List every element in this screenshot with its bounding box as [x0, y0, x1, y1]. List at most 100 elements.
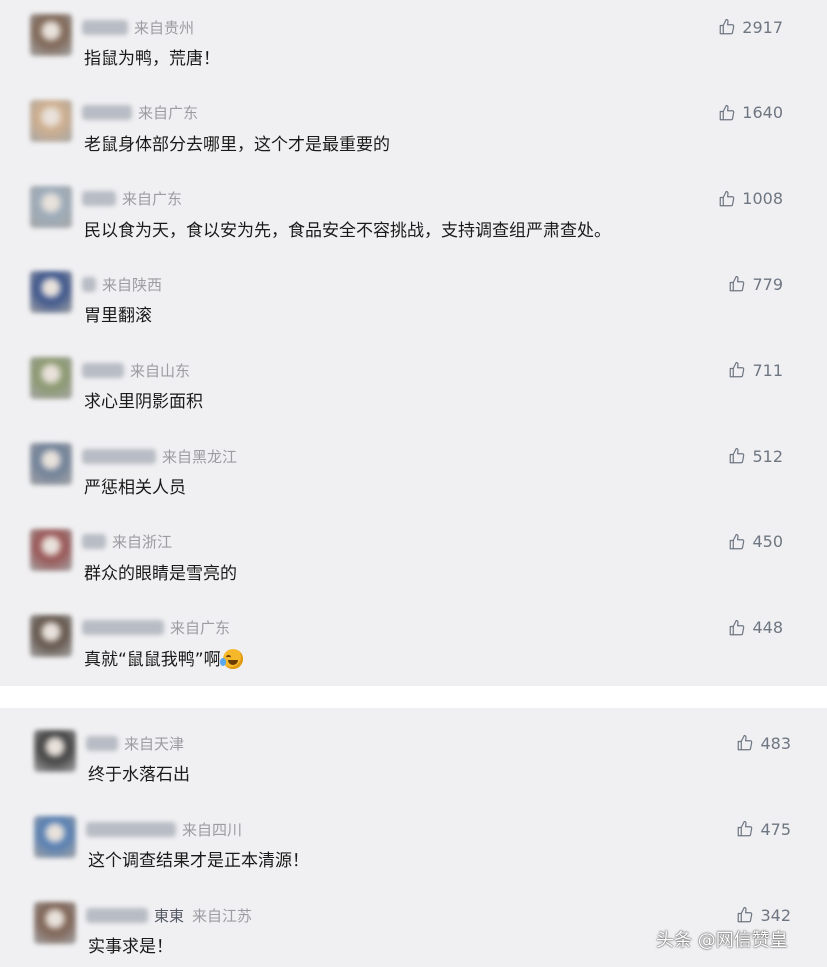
comment-text: 民以食为天，食以安为先，食品安全不容挑战，支持调查组严肃查处。 — [84, 216, 611, 241]
like-button[interactable]: 1008 — [718, 188, 783, 210]
comment-body: 终于水落石出 — [88, 765, 190, 785]
comment-meta: 来自陕西 — [82, 273, 162, 295]
watermark: 头条 @网信赞皇 — [656, 930, 788, 951]
comment-text: 群众的眼睛是雪亮的 — [84, 559, 237, 584]
avatar[interactable] — [30, 528, 72, 571]
username-blurred[interactable] — [82, 276, 96, 292]
comment-item: 来自广东真就“鼠鼠我鸭”啊 448 — [0, 614, 827, 675]
comment-text: 求心里阴影面积 — [84, 387, 203, 412]
comment-panel-top: 来自贵州 指鼠为鸭，荒唐！ 2917 来自广东 老鼠身体部分去哪里，这个才是最重要的 16… — [0, 0, 827, 686]
like-button[interactable]: 448 — [728, 617, 783, 639]
username-blurred[interactable] — [82, 105, 132, 121]
like-count: 1008 — [742, 189, 783, 209]
comment-meta: 来自四川 — [86, 818, 242, 840]
comment-item: 来自陕西胃里翻滚 779 — [0, 271, 827, 331]
thumbs-up-icon — [738, 734, 753, 751]
location-label: 来自广东 — [138, 104, 199, 123]
avatar[interactable] — [30, 357, 72, 400]
like-count: 450 — [752, 532, 783, 552]
like-button[interactable]: 483 — [736, 732, 791, 754]
avatar[interactable] — [34, 816, 76, 858]
comment-item: 来自浙江群众的眼睛是雪亮的 450 — [0, 528, 827, 589]
comment-body: 真就“鼠鼠我鸭”啊 — [84, 649, 221, 670]
like-button[interactable]: 711 — [728, 359, 783, 381]
comment-text: 实事求是！ — [88, 932, 173, 957]
comment-body: 求心里阴影面积 — [84, 392, 203, 413]
username-blurred[interactable] — [82, 191, 116, 207]
thumbs-up-icon — [730, 362, 745, 378]
like-count: 779 — [752, 274, 783, 294]
location-label: 来自四川 — [182, 820, 243, 839]
like-count: 342 — [760, 905, 791, 925]
comment-text: 指鼠为鸭，荒唐！ — [84, 44, 220, 69]
comment-body: 胃里翻滚 — [84, 306, 152, 327]
comment-text: 老鼠身体部分去哪里，这个才是最重要的 — [84, 130, 390, 155]
username-blurred[interactable] — [82, 448, 156, 464]
like-count: 1640 — [742, 103, 783, 123]
like-count: 512 — [752, 446, 783, 466]
comment-body: 老鼠身体部分去哪里，这个才是最重要的 — [84, 134, 390, 155]
like-button[interactable]: 342 — [736, 904, 791, 926]
location-label: 来自山东 — [130, 361, 191, 380]
comment-meta: 来自广东 — [82, 617, 230, 639]
comment-meta: 来自天津 — [86, 732, 184, 754]
comment-item: 来自山东求心里阴影面积 711 — [0, 357, 827, 417]
comment-meta: 来自广东 — [82, 188, 182, 210]
username-blurred[interactable] — [82, 362, 124, 378]
username-blurred[interactable] — [82, 19, 128, 35]
like-button[interactable]: 2917 — [718, 16, 783, 38]
username-blurred[interactable] — [86, 907, 148, 923]
comment-meta: 来自贵州 — [82, 16, 194, 38]
username-blurred[interactable] — [82, 534, 106, 550]
comment-body: 严惩相关人员 — [84, 478, 186, 498]
location-label: 来自广东 — [122, 190, 183, 209]
avatar[interactable] — [30, 614, 72, 657]
comment-item: 来自广东老鼠身体部分去哪里，这个才是最重要的 1640 — [0, 99, 827, 160]
comment-text: 胃里翻滚 — [84, 301, 152, 326]
thumbs-up-icon — [730, 533, 745, 550]
comment-item: 来自黑龙江严惩相关人员 512 — [0, 443, 827, 503]
username-blurred[interactable] — [86, 821, 176, 837]
like-button[interactable]: 512 — [728, 445, 783, 467]
thumbs-up-icon — [730, 447, 745, 464]
laugh-cry-emoji-icon — [219, 648, 243, 669]
username[interactable]: 東東 — [154, 905, 184, 926]
username-blurred[interactable] — [86, 735, 118, 751]
avatar[interactable] — [30, 99, 72, 142]
location-label: 来自黑龙江 — [162, 447, 238, 466]
comment-meta: 東東 来自江苏 — [86, 904, 252, 926]
like-button[interactable]: 475 — [736, 818, 791, 840]
avatar[interactable] — [34, 902, 76, 944]
comment-body: 群众的眼睛是雪亮的 — [84, 563, 237, 584]
like-button[interactable]: 779 — [728, 273, 783, 295]
like-count: 711 — [752, 360, 783, 380]
comment-text: 真就“鼠鼠我鸭”啊 — [84, 645, 243, 670]
thumbs-up-icon — [719, 104, 735, 121]
location-label: 来自广东 — [170, 619, 231, 638]
avatar[interactable] — [34, 730, 76, 772]
location-label: 来自陕西 — [102, 275, 163, 294]
comment-item: 来自四川这个调查结果才是正本清源！ 475 — [0, 816, 827, 876]
like-button[interactable]: 450 — [728, 531, 783, 553]
thumbs-up-icon — [719, 190, 735, 206]
comment-body: 这个调查结果才是正本清源！ — [88, 851, 309, 871]
avatar[interactable] — [30, 14, 72, 56]
avatar[interactable] — [30, 185, 72, 228]
comment-meta: 来自山东 — [82, 359, 190, 381]
thumbs-up-icon — [730, 276, 745, 292]
comment-text: 终于水落石出 — [88, 760, 190, 785]
avatar[interactable] — [30, 443, 72, 485]
comment-meta: 来自广东 — [82, 102, 198, 124]
comment-body: 指鼠为鸭，荒唐！ — [84, 49, 220, 69]
comment-meta: 来自黑龙江 — [82, 445, 237, 467]
thumbs-up-icon — [738, 820, 753, 837]
like-count: 475 — [760, 819, 791, 839]
avatar[interactable] — [30, 271, 72, 314]
comment-text: 严惩相关人员 — [84, 473, 186, 498]
comment-item: 来自贵州指鼠为鸭，荒唐！ 2917 — [0, 14, 827, 74]
username-blurred[interactable] — [82, 620, 164, 636]
thumbs-up-icon — [730, 619, 745, 635]
comment-item: 来自天津终于水落石出 483 — [0, 730, 827, 790]
like-button[interactable]: 1640 — [718, 102, 783, 124]
comment-meta: 来自浙江 — [82, 531, 172, 553]
